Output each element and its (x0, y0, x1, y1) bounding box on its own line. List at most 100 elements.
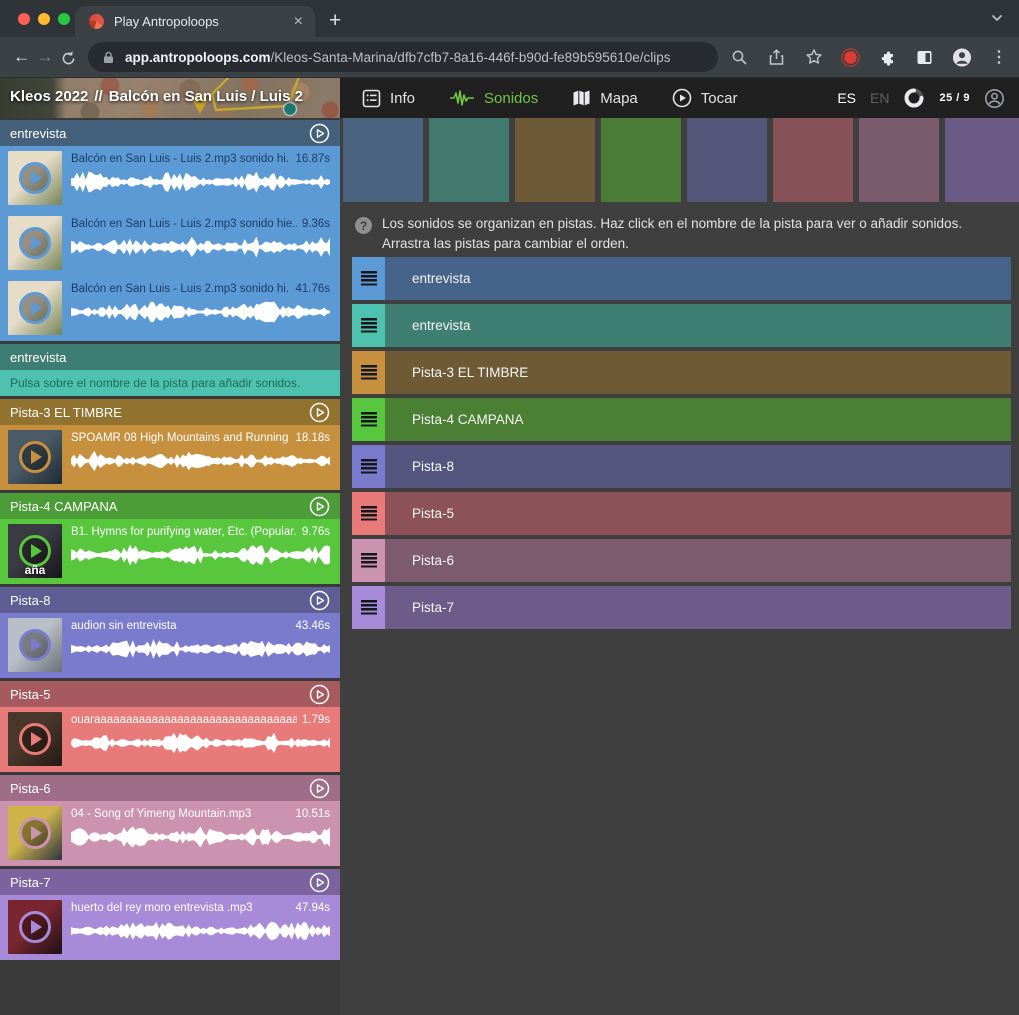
sidebar-track-header[interactable]: Pista-5 (0, 681, 340, 707)
track-drag-handle[interactable] (352, 257, 385, 300)
sidebar-track-header[interactable]: Pista-4 CAMPANA (0, 493, 340, 519)
track-color-swatch (773, 118, 853, 202)
breadcrumb-project[interactable]: Kleos 2022 (10, 88, 88, 105)
track-play-icon[interactable] (309, 590, 330, 611)
sidebar-track-header[interactable]: Pista-3 EL TIMBRE (0, 399, 340, 425)
track-row-body[interactable]: Pista-4 CAMPANA (385, 398, 1011, 441)
nav-item-sonidos[interactable]: Sonidos (449, 89, 538, 107)
lang-en-button[interactable]: EN (870, 90, 889, 106)
clip-thumbnail[interactable] (8, 430, 62, 484)
browser-tab[interactable]: Play Antropoloops × (75, 6, 315, 37)
sidebar-clip[interactable]: 04 - Song of Yimeng Mountain.mp310.51s (0, 801, 340, 866)
sidebar-clip[interactable]: audion sin entrevista43.46s (0, 613, 340, 678)
clip-thumbnail[interactable] (8, 712, 62, 766)
share-icon[interactable] (767, 47, 787, 67)
nav-item-info[interactable]: Info (362, 89, 415, 108)
window-zoom-button[interactable] (58, 13, 70, 25)
account-icon[interactable] (984, 88, 1005, 109)
side-panel-icon[interactable] (915, 47, 935, 67)
nav-item-tocar[interactable]: Tocar (672, 88, 738, 108)
clip-play-icon[interactable] (19, 227, 51, 259)
track-row-body[interactable]: Pista-8 (385, 445, 1011, 488)
track-row[interactable]: Pista-7 (352, 586, 1011, 629)
browser-menu-icon[interactable]: ⋮ (989, 47, 1009, 67)
track-drag-handle[interactable] (352, 398, 385, 441)
sidebar-track-header[interactable]: entrevista (0, 344, 340, 370)
clip-thumbnail[interactable] (8, 281, 62, 335)
record-extension-icon[interactable] (841, 47, 861, 67)
clip-thumbnail[interactable] (8, 900, 62, 954)
clip-play-icon[interactable] (19, 817, 51, 849)
clip-thumbnail[interactable]: aña (8, 524, 62, 578)
track-play-icon[interactable] (309, 496, 330, 517)
track-play-icon[interactable] (309, 123, 330, 144)
sidebar-clip[interactable]: SPOAMR 08 High Mountains and Running ...… (0, 425, 340, 490)
window-minimize-button[interactable] (38, 13, 50, 25)
clip-thumbnail[interactable] (8, 806, 62, 860)
clip-thumbnail[interactable] (8, 618, 62, 672)
track-drag-handle[interactable] (352, 539, 385, 582)
drag-handle-icon (361, 318, 377, 333)
track-drag-handle[interactable] (352, 445, 385, 488)
forward-button[interactable]: → (33, 47, 56, 67)
track-play-icon[interactable] (309, 402, 330, 423)
back-button[interactable]: ← (10, 47, 33, 67)
track-row[interactable]: Pista-8 (352, 445, 1011, 488)
track-drag-handle[interactable] (352, 586, 385, 629)
sidebar-track-header[interactable]: Pista-8 (0, 587, 340, 613)
clip-play-icon[interactable] (19, 723, 51, 755)
tab-close-icon[interactable]: × (292, 14, 305, 30)
sidebar-track-header[interactable]: Pista-6 (0, 775, 340, 801)
track-row[interactable]: Pista-6 (352, 539, 1011, 582)
sidebar-clip[interactable]: añaB1. Hymns for purifying water, Etc. (… (0, 519, 340, 584)
track-row-body[interactable]: Pista-7 (385, 586, 1011, 629)
sidebar-clip[interactable]: ouaraaaaaaaaaaaaaaaaaaaaaaaaaaaaaaaaaaaa… (0, 707, 340, 772)
clip-play-icon[interactable] (19, 629, 51, 661)
track-row-body[interactable]: Pista-5 (385, 492, 1011, 535)
clip-thumbnail[interactable] (8, 151, 62, 205)
sidebar-clip[interactable]: Balcón en San Luis - Luis 2.mp3 sonido h… (0, 146, 340, 211)
tab-title: Play Antropoloops (114, 14, 292, 29)
track-play-icon[interactable] (309, 684, 330, 705)
track-drag-handle[interactable] (352, 492, 385, 535)
track-row[interactable]: Pista-3 EL TIMBRE (352, 351, 1011, 394)
track-row[interactable]: Pista-5 (352, 492, 1011, 535)
sidebar-track-header[interactable]: Pista-7 (0, 869, 340, 895)
project-map-thumbnail[interactable]: Kleos 2022//Balcón en San Luis / Luis 2 (0, 78, 340, 118)
track-play-icon[interactable] (309, 778, 330, 799)
profile-avatar[interactable] (952, 47, 972, 67)
tab-search-chevron-icon[interactable] (989, 10, 1005, 26)
track-row-body[interactable]: entrevista (385, 257, 1011, 300)
extensions-puzzle-icon[interactable] (878, 47, 898, 67)
lang-es-button[interactable]: ES (837, 90, 856, 106)
clip-play-icon[interactable] (19, 441, 51, 473)
clip-play-icon[interactable] (19, 292, 51, 324)
window-close-button[interactable] (18, 13, 30, 25)
sidebar-clip[interactable]: huerto del rey moro entrevista .mp347.94… (0, 895, 340, 960)
track-row-body[interactable]: entrevista (385, 304, 1011, 347)
new-tab-button[interactable]: + (329, 9, 341, 33)
sidebar-clip[interactable]: Balcón en San Luis - Luis 2.mp3 sonido h… (0, 211, 340, 276)
bookmark-star-icon[interactable] (804, 47, 824, 67)
track-row-body[interactable]: Pista-6 (385, 539, 1011, 582)
sidebar-track-header[interactable]: entrevista (0, 120, 340, 146)
track-row-label: Pista-6 (412, 553, 454, 568)
track-play-icon[interactable] (309, 872, 330, 893)
track-row-label: Pista-4 CAMPANA (412, 412, 524, 427)
clip-play-icon[interactable] (19, 911, 51, 943)
clip-thumbnail[interactable] (8, 216, 62, 270)
url-bar[interactable]: app.antropoloops.com/Kleos-Santa-Marina/… (88, 42, 718, 72)
track-row-label: Pista-5 (412, 506, 454, 521)
track-drag-handle[interactable] (352, 304, 385, 347)
track-row[interactable]: entrevista (352, 304, 1011, 347)
nav-item-mapa[interactable]: Mapa (572, 89, 638, 107)
track-drag-handle[interactable] (352, 351, 385, 394)
track-row[interactable]: entrevista (352, 257, 1011, 300)
nav-label-sonidos: Sonidos (484, 90, 538, 107)
track-row[interactable]: Pista-4 CAMPANA (352, 398, 1011, 441)
sidebar-clip[interactable]: Balcón en San Luis - Luis 2.mp3 sonido h… (0, 276, 340, 341)
zoom-indicator-icon[interactable] (730, 47, 750, 67)
clip-play-icon[interactable] (19, 162, 51, 194)
reload-button[interactable] (57, 48, 80, 67)
track-row-body[interactable]: Pista-3 EL TIMBRE (385, 351, 1011, 394)
